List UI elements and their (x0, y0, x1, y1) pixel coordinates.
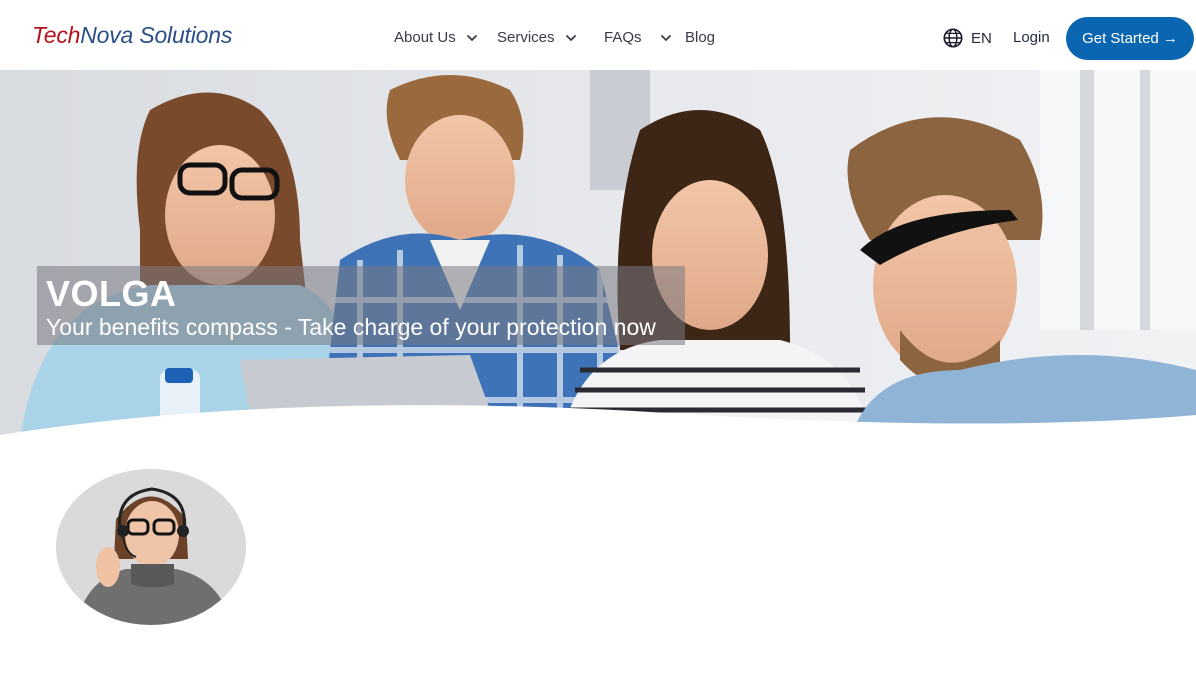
language-selector[interactable]: EN (942, 27, 992, 49)
get-started-button[interactable]: Get Started → (1066, 17, 1194, 60)
chevron-down-icon (465, 31, 479, 45)
chevron-down-icon (564, 31, 578, 45)
site-header: TechNova Solutions About Us Services FAQ… (0, 0, 1196, 70)
hero-subtitle: Your benefits compass - Take charge of y… (46, 314, 656, 340)
chevron-down-icon (659, 31, 673, 45)
language-label: EN (971, 29, 992, 47)
page: TechNova Solutions About Us Services FAQ… (0, 0, 1196, 673)
globe-icon (943, 28, 963, 48)
nav-services-label: Services (497, 29, 555, 46)
nav-services[interactable]: Services (497, 29, 578, 46)
nav-about-us-label: About Us (394, 29, 456, 46)
login-link[interactable]: Login (1013, 29, 1050, 46)
nav-faqs-label: FAQs (604, 29, 642, 46)
hero-curve (0, 405, 1196, 440)
support-agent-avatar (56, 469, 246, 625)
nav-blog-label: Blog (685, 29, 716, 46)
hero-title: VOLGA (46, 273, 177, 314)
nav-about-us[interactable]: About Us (394, 29, 479, 46)
nav-blog[interactable]: Blog (685, 29, 715, 46)
hero-banner (0, 70, 1196, 440)
agent-photo (56, 469, 246, 625)
nav-faqs[interactable]: FAQs (604, 29, 673, 46)
